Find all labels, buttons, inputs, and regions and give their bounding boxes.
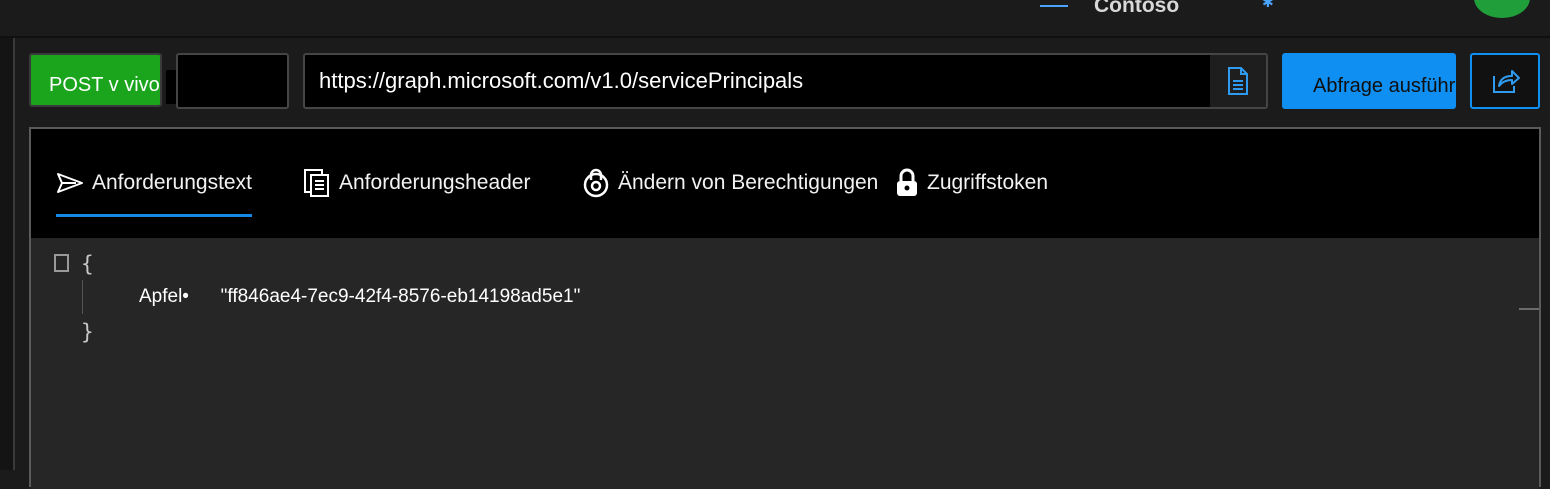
- tab-request-headers-label: Anforderungsheader: [339, 171, 531, 194]
- request-panel: Anforderungstext Anforderungsheader Ände…: [29, 127, 1541, 489]
- left-rail-edge: [13, 38, 15, 470]
- document-icon: [1228, 67, 1248, 95]
- run-query-label: Abfrage ausführen: [1313, 75, 1456, 97]
- run-query-button[interactable]: Abfrage ausführen: [1282, 53, 1456, 109]
- json-open-brace: {: [81, 252, 94, 276]
- grid-icon[interactable]: [1040, 0, 1068, 7]
- tab-request-body[interactable]: Anforderungstext: [56, 165, 252, 201]
- fold-toggle-icon[interactable]: [54, 254, 69, 272]
- tab-modify-permissions[interactable]: Ändern von Berechtigungen: [582, 165, 878, 201]
- permissions-icon: [583, 168, 609, 198]
- http-method-label: POST v vivo: [49, 74, 160, 96]
- share-icon: [1493, 70, 1520, 93]
- json-property-line: Apfel• "ff846ae4-7ec9-42f4-8576-eb14198a…: [139, 286, 580, 308]
- api-version-dropdown[interactable]: [176, 53, 289, 109]
- avatar[interactable]: [1474, 0, 1530, 18]
- json-value: "ff846ae4-7ec9-42f4-8576-eb14198ad5e1": [220, 286, 581, 307]
- json-key: Apfel•: [139, 286, 189, 307]
- selected-tab-indicator: [56, 214, 252, 217]
- left-rail: [0, 38, 14, 470]
- settings-icon[interactable]: ✱: [1262, 0, 1274, 11]
- http-method-dropdown[interactable]: POST v vivo: [29, 53, 162, 107]
- tab-request-body-label: Anforderungstext: [92, 171, 252, 194]
- tab-request-headers[interactable]: Anforderungsheader: [303, 165, 530, 201]
- tenant-name: Contoso: [1094, 0, 1180, 17]
- tab-access-token[interactable]: Zugriffstoken: [895, 165, 1048, 201]
- send-icon: [57, 173, 83, 193]
- divider: [0, 36, 1550, 38]
- scroll-indicator[interactable]: [1519, 308, 1539, 310]
- top-bar: Contoso ✱: [0, 0, 1550, 36]
- tab-access-token-label: Zugriffstoken: [927, 171, 1049, 194]
- request-header-icon: [304, 169, 329, 197]
- lock-icon: [897, 168, 917, 196]
- share-button[interactable]: [1470, 53, 1540, 109]
- tab-modify-permissions-label: Ändern von Berechtigungen: [618, 171, 879, 194]
- request-tabs: Anforderungstext Anforderungsheader Ände…: [31, 129, 1539, 238]
- request-body-editor[interactable]: { Apfel• "ff846ae4-7ec9-42f4-8576-eb1419…: [31, 238, 1539, 489]
- indent-guide: [82, 280, 83, 314]
- request-url-input[interactable]: https://graph.microsoft.com/v1.0/service…: [303, 53, 1268, 109]
- docs-button[interactable]: [1210, 55, 1266, 107]
- json-close-brace: }: [81, 320, 94, 344]
